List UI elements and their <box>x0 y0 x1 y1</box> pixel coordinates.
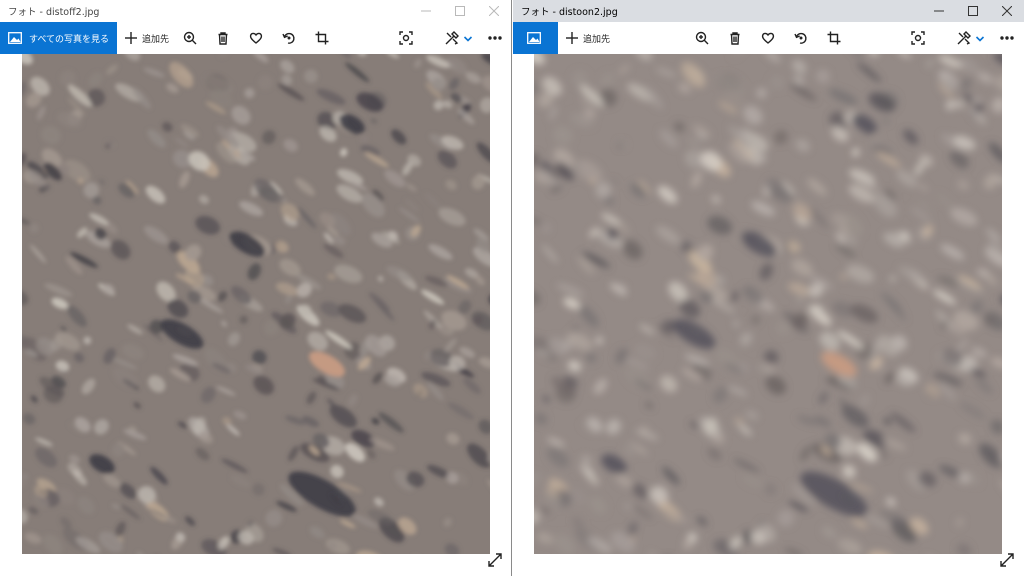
title-bar[interactable]: フォト - distoff2.jpg <box>0 0 511 22</box>
heart-icon <box>249 32 263 44</box>
plus-icon <box>125 32 138 44</box>
add-to-label: 追加先 <box>583 34 611 45</box>
zoom-in-icon <box>183 31 197 45</box>
maximize-button[interactable] <box>443 0 477 22</box>
crop-icon <box>315 31 329 45</box>
close-icon <box>489 6 499 16</box>
minimize-button[interactable] <box>922 0 956 22</box>
minimize-icon <box>934 10 944 12</box>
expand-icon <box>488 553 502 567</box>
edit-dropdown-button[interactable] <box>460 31 476 47</box>
chevron-down-icon <box>975 36 985 42</box>
favorite-button[interactable] <box>248 30 264 46</box>
more-button[interactable] <box>487 30 503 46</box>
more-icon <box>488 36 502 40</box>
gravel-photo-right <box>534 54 1002 554</box>
minimize-button[interactable] <box>409 0 443 22</box>
minimize-icon <box>421 10 431 12</box>
edit-create-button[interactable] <box>956 30 972 46</box>
full-screen-button[interactable] <box>487 552 503 568</box>
enhance-button[interactable] <box>910 30 926 46</box>
plus-icon <box>566 32 578 44</box>
see-all-photos-label: すべての写真を見る <box>29 34 110 45</box>
edit-dropdown-button[interactable] <box>972 31 988 47</box>
close-button[interactable] <box>477 0 511 22</box>
window-controls <box>922 0 1024 22</box>
enhance-button[interactable] <box>398 30 414 46</box>
crop-icon <box>827 31 841 45</box>
crop-button[interactable] <box>314 30 330 46</box>
enhance-icon <box>911 31 925 45</box>
zoom-button[interactable] <box>694 30 710 46</box>
zoom-button[interactable] <box>182 30 198 46</box>
photo-image-left[interactable] <box>22 54 490 554</box>
photos-app-icon <box>8 32 22 44</box>
delete-button[interactable] <box>215 30 231 46</box>
window-title: フォト - distoff2.jpg <box>8 7 100 18</box>
close-icon <box>1002 6 1012 16</box>
zoom-in-icon <box>695 31 709 45</box>
close-button[interactable] <box>990 0 1024 22</box>
more-button[interactable] <box>999 30 1015 46</box>
favorite-button[interactable] <box>760 30 776 46</box>
rotate-button[interactable] <box>281 30 297 46</box>
rotate-button[interactable] <box>793 30 809 46</box>
edit-create-button[interactable] <box>444 30 460 46</box>
chevron-down-icon <box>463 36 473 42</box>
delete-button[interactable] <box>727 30 743 46</box>
add-to-button[interactable]: 追加先 <box>125 32 169 45</box>
photo-image-right[interactable] <box>534 54 1002 554</box>
rotate-icon <box>282 32 295 44</box>
gravel-photo-left <box>22 54 490 554</box>
expand-icon <box>1000 553 1014 567</box>
more-icon <box>1000 36 1014 40</box>
maximize-button[interactable] <box>956 0 990 22</box>
enhance-icon <box>399 31 413 45</box>
rotate-icon <box>794 32 807 44</box>
photos-app-icon <box>527 32 541 44</box>
title-bar[interactable]: フォト - distoon2.jpg <box>513 0 1024 22</box>
photos-window-right: フォト - distoon2.jpg 追加先 <box>513 0 1024 576</box>
toolbar: すべての写真を見る 追加先 <box>0 22 511 54</box>
heart-icon <box>761 32 775 44</box>
toolbar: 追加先 <box>513 22 1024 54</box>
maximize-icon <box>455 6 465 16</box>
add-to-button[interactable]: 追加先 <box>566 32 610 45</box>
edit-icon <box>957 31 971 45</box>
delete-icon <box>218 32 228 45</box>
window-controls <box>409 0 511 22</box>
add-to-label: 追加先 <box>142 34 170 45</box>
crop-button[interactable] <box>826 30 842 46</box>
delete-icon <box>730 32 740 45</box>
see-all-photos-button[interactable]: すべての写真を見る <box>0 22 118 54</box>
see-all-photos-button[interactable] <box>513 22 558 54</box>
photos-window-left: フォト - distoff2.jpg すべての写真を見る 追加先 <box>0 0 512 576</box>
maximize-icon <box>968 6 978 16</box>
edit-icon <box>445 31 459 45</box>
window-title: フォト - distoon2.jpg <box>521 7 618 18</box>
full-screen-button[interactable] <box>999 552 1015 568</box>
